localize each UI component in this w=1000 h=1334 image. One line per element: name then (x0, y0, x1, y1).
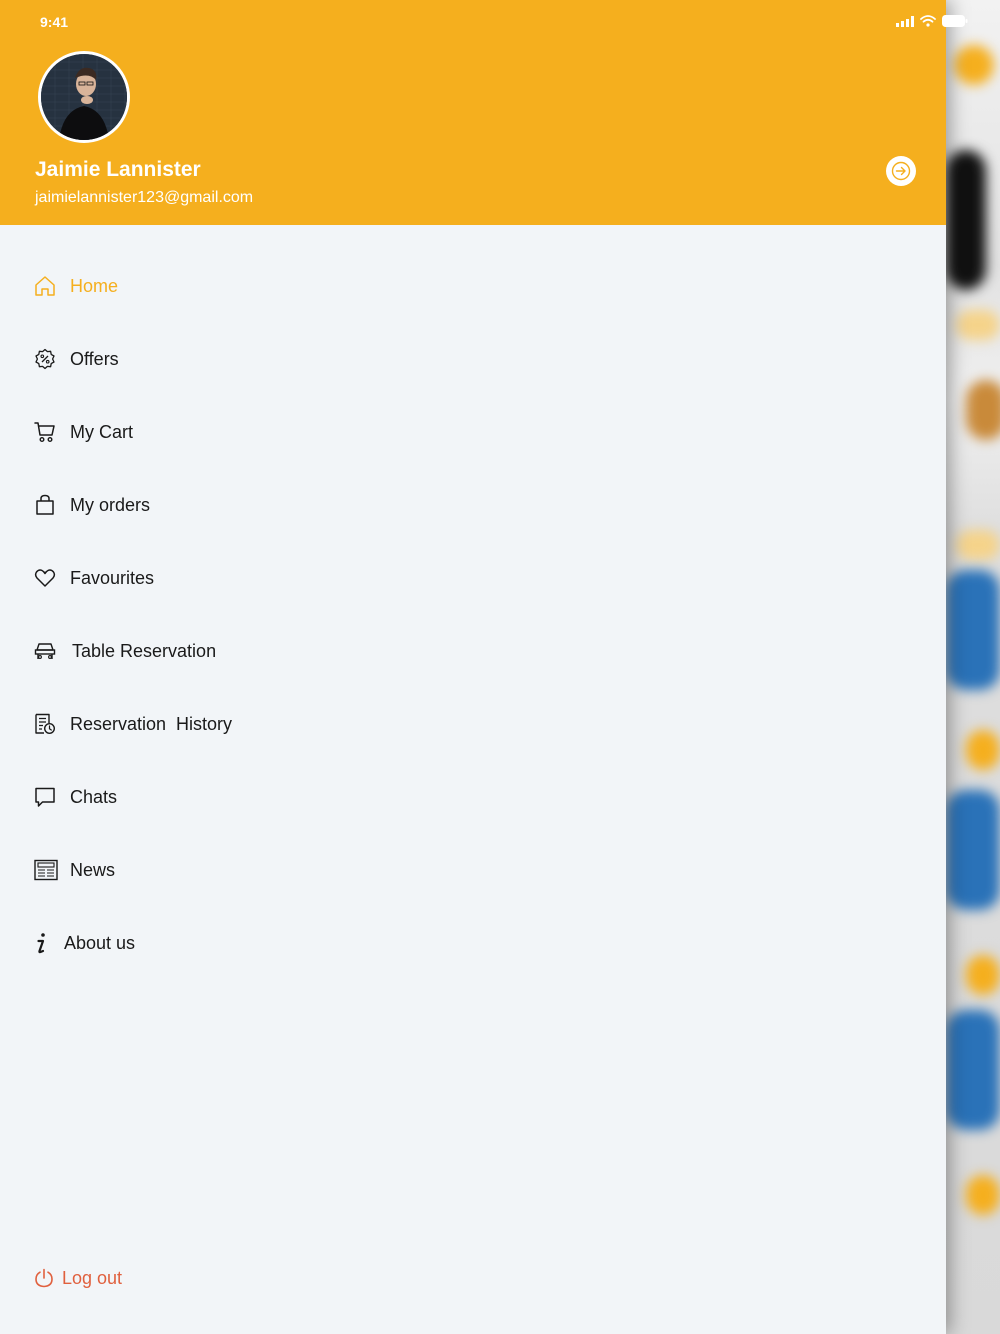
menu-item-about-us[interactable]: About us (34, 925, 135, 961)
navigation-drawer: 9:41 Jaimie Lannister jaimielannister123… (0, 0, 946, 1334)
menu-item-label: Favourites (70, 567, 155, 588)
menu-item-label: About us (64, 932, 136, 953)
arrow-right-icon (891, 161, 911, 181)
cart-icon (34, 421, 56, 443)
menu-item-label: Offers (70, 348, 119, 369)
menu-item-label: Table Reservation (72, 640, 217, 661)
user-name: Jaimie Lannister (35, 158, 201, 181)
shopping-bag-icon (34, 494, 56, 516)
table-icon (34, 640, 56, 662)
menu-item-label: News (70, 859, 116, 880)
menu-item-label: My Cart (70, 421, 133, 442)
menu-item-label: Home (70, 275, 119, 296)
menu-item-label: Reservation History (70, 713, 233, 734)
menu-item-label: Chats (70, 786, 118, 807)
menu-item-table-reservation[interactable]: Table Reservation (34, 633, 216, 669)
menu-item-offers[interactable]: Offers (34, 341, 119, 377)
user-email: jaimielannister123@gmail.com (35, 189, 254, 206)
power-icon (35, 1268, 53, 1288)
chat-icon (34, 786, 56, 808)
logout-label: Log out (62, 1267, 123, 1288)
menu-item-news[interactable]: News (34, 852, 115, 888)
profile-header: 9:41 Jaimie Lannister jaimielannister123… (0, 0, 946, 225)
menu-item-favourites[interactable]: Favourites (34, 560, 154, 596)
battery-icon (942, 15, 968, 27)
menu-item-chats[interactable]: Chats (34, 779, 117, 815)
menu-item-my-orders[interactable]: My orders (34, 487, 150, 523)
offer-badge-icon (34, 348, 56, 370)
avatar-photo (41, 54, 127, 140)
menu-item-label: My orders (70, 494, 151, 515)
newspaper-icon (34, 859, 58, 881)
wifi-icon (920, 15, 936, 27)
status-bar-icons (896, 15, 968, 27)
background-app-preview (946, 0, 1000, 1334)
reservation-history-icon (34, 713, 56, 735)
info-icon (34, 932, 48, 954)
cellular-signal-icon (896, 15, 914, 27)
avatar[interactable] (38, 51, 130, 143)
heart-icon (34, 567, 56, 589)
menu-item-my-cart[interactable]: My Cart (34, 414, 133, 450)
profile-arrow-button[interactable] (886, 156, 916, 186)
menu-item-reservation-history[interactable]: Reservation History (34, 706, 232, 742)
logout-button[interactable]: Log out (34, 1262, 122, 1294)
home-icon (34, 275, 56, 297)
status-bar-time: 9:41 (40, 14, 69, 30)
menu-item-home[interactable]: Home (34, 268, 118, 304)
